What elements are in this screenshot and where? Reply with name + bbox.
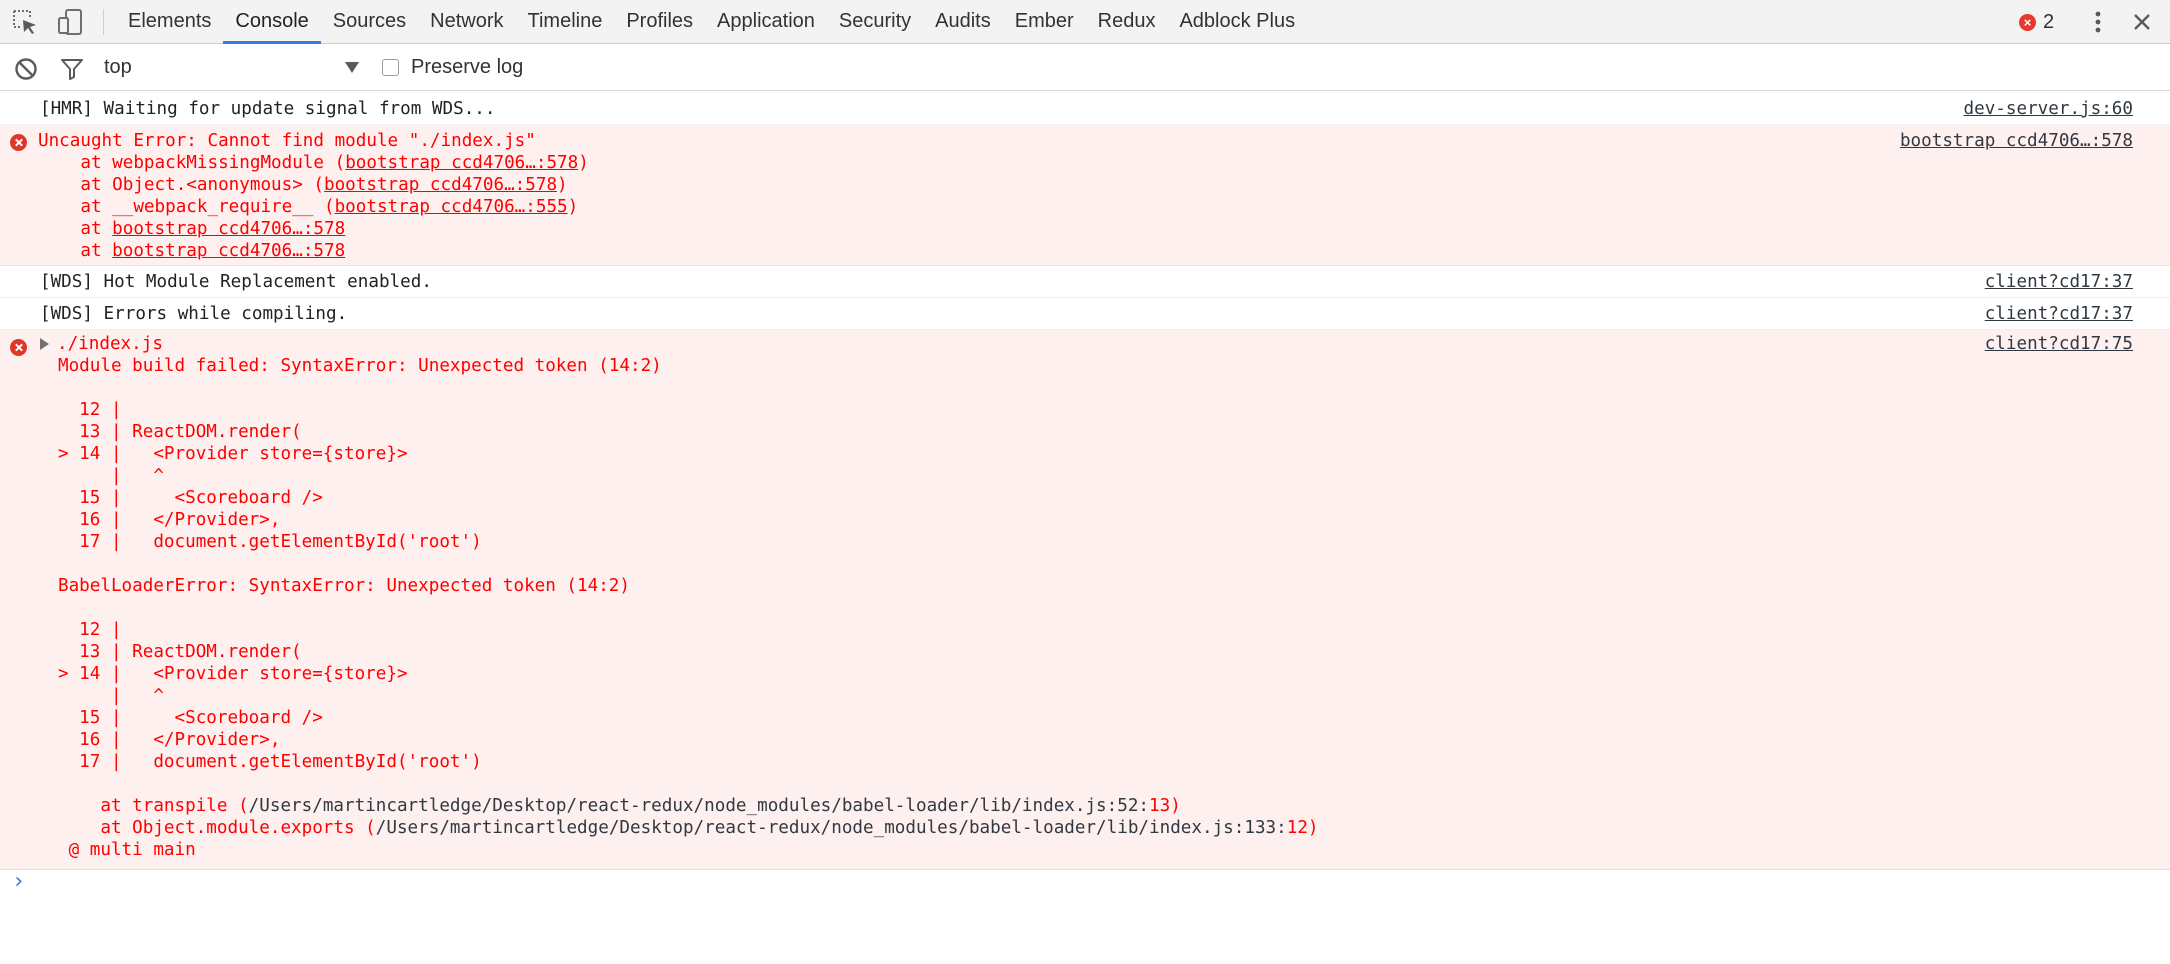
console-message-log: [WDS] Hot Module Replacement enabled. cl… <box>0 266 2170 298</box>
trace-line: at transpile (/Users/martincartledge/Des… <box>58 796 1181 816</box>
console-message-log: [WDS] Errors while compiling. client?cd1… <box>0 298 2170 330</box>
build-error-line: | ^ <box>58 686 164 706</box>
console-prompt[interactable]: › <box>12 869 25 894</box>
stack-frame-link[interactable]: bootstrap ccd4706…:555 <box>335 197 568 217</box>
message-source-link[interactable]: client?cd17:37 <box>1985 303 2133 325</box>
trace-line: @ multi main <box>58 840 196 860</box>
build-error-line: > 14 | <Provider store={store}> <box>58 444 408 464</box>
stack-frame-link[interactable]: bootstrap ccd4706…:578 <box>324 175 557 195</box>
error-icon <box>10 134 27 151</box>
build-error-line: | ^ <box>58 466 164 486</box>
console-message-error: Uncaught Error: Cannot find module "./in… <box>0 125 2170 266</box>
devtools-toolbar: Elements Console Sources Network Timelin… <box>0 0 2170 44</box>
build-error-line: 16 | </Provider>, <box>58 510 281 530</box>
tab-sources[interactable]: Sources <box>321 0 418 44</box>
context-selector[interactable]: top <box>104 45 132 90</box>
build-error-line: Module build failed: SyntaxError: Unexpe… <box>58 356 662 376</box>
tab-audits[interactable]: Audits <box>923 0 1003 44</box>
clear-console-icon[interactable] <box>13 56 39 82</box>
message-text: [WDS] Errors while compiling. <box>40 304 348 324</box>
tab-application[interactable]: Application <box>705 0 827 44</box>
stack-frame-link[interactable]: bootstrap ccd4706…:578 <box>112 219 345 239</box>
trace-path: /Users/martincartledge/Desktop/react-red… <box>375 818 1287 838</box>
build-error-line: 17 | document.getElementById('root') <box>58 532 482 552</box>
stack-frame: at webpackMissingModule (bootstrap ccd47… <box>38 153 589 173</box>
console-message-error: ./index.js client?cd17:75 Module build f… <box>0 330 2170 870</box>
error-icon <box>10 339 27 356</box>
build-error-line: > 14 | <Provider store={store}> <box>58 664 408 684</box>
stack-frame: at bootstrap ccd4706…:578 <box>38 219 346 239</box>
message-text: [WDS] Hot Module Replacement enabled. <box>40 272 432 292</box>
filter-icon[interactable] <box>59 56 85 82</box>
message-source-link[interactable]: client?cd17:37 <box>1985 271 2133 293</box>
tab-adblock-plus[interactable]: Adblock Plus <box>1167 0 1307 44</box>
error-icon: × <box>2019 13 2036 31</box>
expand-triangle-icon[interactable] <box>40 338 49 350</box>
stack-frame-link[interactable]: bootstrap ccd4706…:578 <box>112 241 345 261</box>
preserve-log-label[interactable]: Preserve log <box>411 45 523 90</box>
message-source-link[interactable]: bootstrap ccd4706…:578 <box>1900 130 2133 152</box>
build-error-line: 13 | ReactDOM.render( <box>58 642 302 662</box>
build-error-line: 17 | document.getElementById('root') <box>58 752 482 772</box>
stack-frame: at Object.<anonymous> (bootstrap ccd4706… <box>38 175 568 195</box>
message-source-link[interactable]: client?cd17:75 <box>1985 333 2133 355</box>
build-error-line: 12 | <box>58 620 122 640</box>
message-text: [HMR] Waiting for update signal from WDS… <box>40 99 496 119</box>
error-file: ./index.js <box>57 334 163 354</box>
stack-frame: at bootstrap ccd4706…:578 <box>38 241 346 261</box>
device-toolbar-icon[interactable] <box>56 7 86 37</box>
preserve-log-checkbox[interactable] <box>382 59 399 76</box>
stack-frame: at __webpack_require__ (bootstrap ccd470… <box>38 197 579 217</box>
build-error-line: 16 | </Provider>, <box>58 730 281 750</box>
toolbar-separator <box>103 9 104 35</box>
more-options-icon[interactable] <box>2086 8 2110 36</box>
chevron-down-icon[interactable] <box>344 59 360 75</box>
tab-console[interactable]: Console <box>223 0 321 44</box>
tab-security[interactable]: Security <box>827 0 923 44</box>
trace-line: at Object.module.exports (/Users/martinc… <box>58 818 1319 838</box>
close-icon[interactable] <box>2128 8 2156 36</box>
error-count: 2 <box>2043 10 2055 33</box>
error-counter[interactable]: × 2 <box>2019 8 2054 36</box>
build-error-line: 15 | <Scoreboard /> <box>58 708 323 728</box>
message-source-link[interactable]: dev-server.js:60 <box>1964 98 2133 120</box>
panel-tabs: Elements Console Sources Network Timelin… <box>116 0 1307 44</box>
trace-path: /Users/martincartledge/Desktop/react-red… <box>248 796 1150 816</box>
tab-elements[interactable]: Elements <box>116 0 223 44</box>
build-error-line: 13 | ReactDOM.render( <box>58 422 302 442</box>
console-filter-bar: top Preserve log <box>0 45 2170 91</box>
build-error-line: BabelLoaderError: SyntaxError: Unexpecte… <box>58 576 630 596</box>
build-error-line: 15 | <Scoreboard /> <box>58 488 323 508</box>
console-messages: [HMR] Waiting for update signal from WDS… <box>0 92 2170 894</box>
build-error-line: 12 | <box>58 400 122 420</box>
stack-frame-link[interactable]: bootstrap ccd4706…:578 <box>345 153 578 173</box>
tab-network[interactable]: Network <box>418 0 515 44</box>
tab-timeline[interactable]: Timeline <box>516 0 615 44</box>
expand-toggle[interactable]: ./index.js <box>40 333 163 355</box>
console-message-log: [HMR] Waiting for update signal from WDS… <box>0 92 2170 125</box>
inspect-element-icon[interactable] <box>10 7 40 37</box>
error-title: Uncaught Error: Cannot find module "./in… <box>38 131 536 151</box>
tab-ember[interactable]: Ember <box>1003 0 1086 44</box>
tab-redux[interactable]: Redux <box>1086 0 1168 44</box>
tab-profiles[interactable]: Profiles <box>614 0 705 44</box>
